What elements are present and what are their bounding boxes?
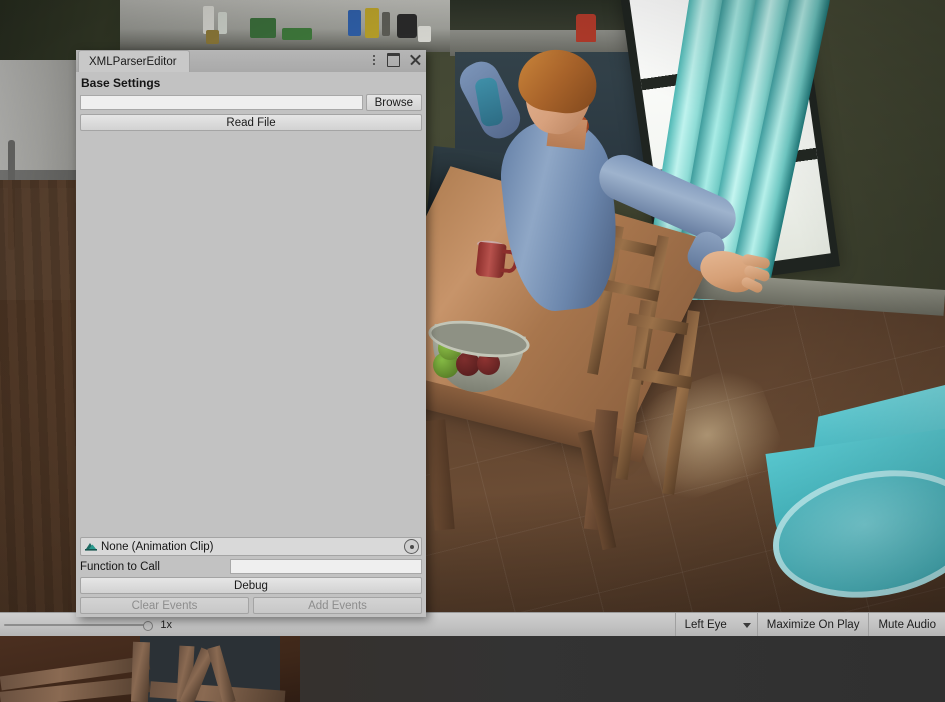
scene-cup-white: [418, 26, 431, 42]
browse-button[interactable]: Browse: [365, 94, 422, 111]
read-file-button[interactable]: Read File: [80, 114, 422, 131]
maximize-icon[interactable]: [387, 53, 400, 67]
events-buttons-row: Clear Events Add Events: [80, 597, 422, 614]
file-path-input[interactable]: [80, 95, 363, 110]
editor-empty-area: [80, 134, 422, 537]
debug-row: Debug: [80, 577, 422, 594]
zoom-slider-track[interactable]: [4, 621, 154, 631]
xml-parser-editor-window[interactable]: XMLParserEditor Base Settings Browse Rea…: [76, 50, 426, 617]
object-picker-icon[interactable]: [404, 539, 419, 554]
events-section: None (Animation Clip) Function to Call D…: [80, 537, 422, 617]
lower-viewport[interactable]: [0, 636, 945, 702]
tab-xmlparsereditor[interactable]: XMLParserEditor: [78, 50, 190, 72]
stereo-eye-label: Left Eye: [684, 619, 727, 631]
debug-button[interactable]: Debug: [80, 577, 422, 594]
titlebar-controls: [370, 53, 421, 67]
mute-audio-toggle[interactable]: Mute Audio: [868, 613, 945, 637]
kebab-menu-icon[interactable]: [370, 54, 378, 66]
add-events-button[interactable]: Add Events: [253, 597, 422, 614]
close-icon[interactable]: [409, 54, 421, 66]
mute-audio-label: Mute Audio: [878, 619, 936, 631]
read-file-row: Read File: [80, 114, 422, 131]
editor-body: Base Settings Browse Read File None (Ani…: [76, 72, 426, 617]
scene-box-yellow: [365, 8, 379, 38]
lower-scene-wood-post: [130, 641, 151, 702]
clear-events-button[interactable]: Clear Events: [80, 597, 249, 614]
stereo-eye-dropdown[interactable]: Left Eye: [674, 613, 757, 637]
tab-label: XMLParserEditor: [89, 55, 177, 68]
scene-kettle: [397, 14, 417, 38]
scene-box-blue: [348, 10, 361, 36]
scene-bottle-pale: [218, 12, 227, 34]
animation-clip-icon: [85, 541, 97, 552]
animation-clip-object-field[interactable]: None (Animation Clip): [80, 537, 422, 556]
chevron-down-icon: [742, 622, 751, 628]
animation-clip-label: None (Animation Clip): [101, 540, 214, 553]
file-path-row: Browse: [80, 94, 422, 111]
scene-green-item: [282, 28, 312, 40]
maximize-on-play-label: Maximize On Play: [766, 619, 860, 631]
zoom-slider-handle[interactable]: [143, 621, 154, 631]
scene-red-object: [576, 14, 596, 42]
scene-jar: [206, 30, 219, 44]
screen-root: 1x Left Eye Maximize On Play Mute Audio …: [0, 0, 945, 702]
scene-green-item-2: [250, 18, 276, 38]
function-to-call-row: Function to Call: [80, 559, 422, 574]
maximize-on-play-toggle[interactable]: Maximize On Play: [756, 613, 869, 637]
editor-titlebar[interactable]: XMLParserEditor: [76, 50, 426, 72]
zoom-level-label: 1x: [160, 619, 172, 631]
scene-utensil: [382, 12, 390, 36]
function-to-call-label: Function to Call: [80, 560, 160, 573]
function-to-call-input[interactable]: [230, 559, 422, 574]
base-settings-header: Base Settings: [81, 76, 161, 90]
